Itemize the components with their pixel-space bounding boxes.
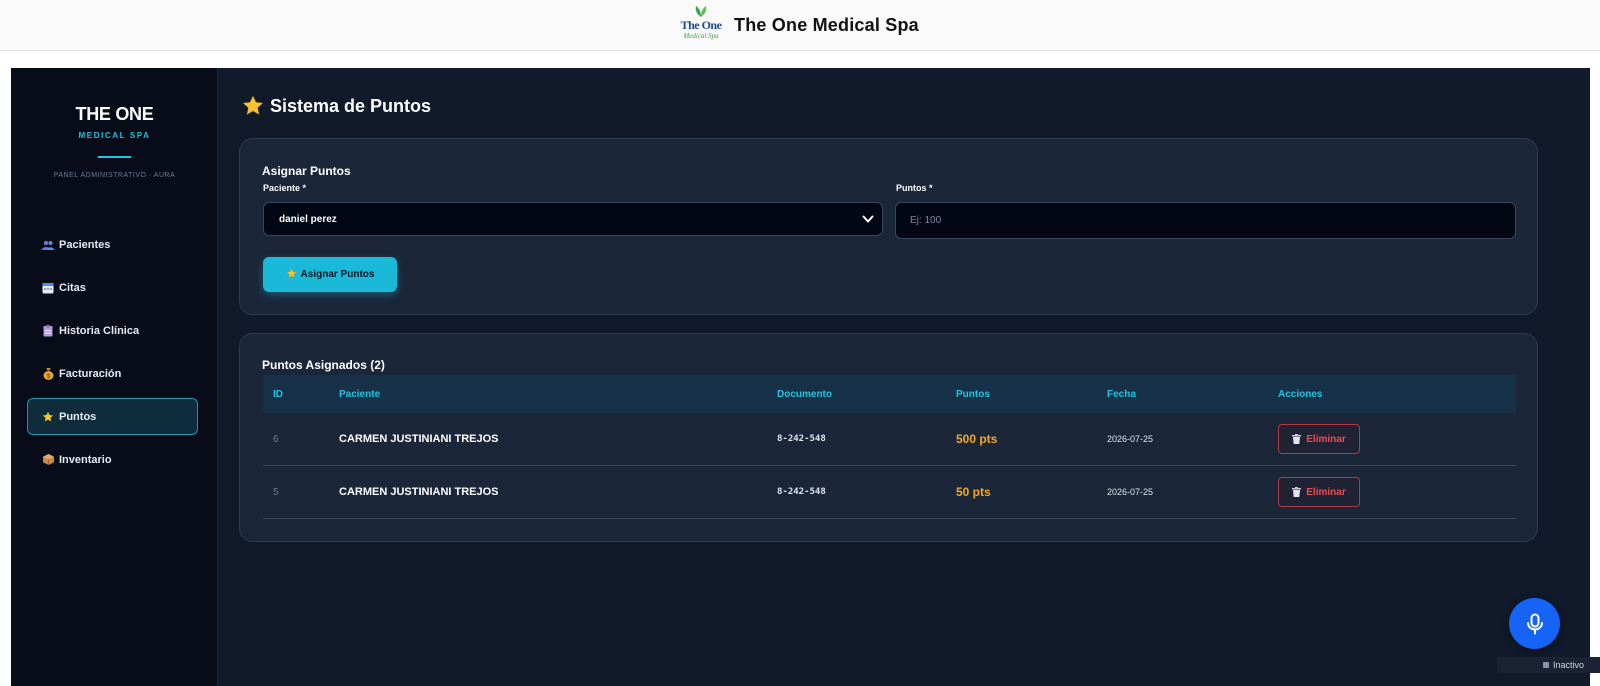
leaf-icon	[695, 6, 707, 17]
status-badge: Inactivo	[1497, 657, 1600, 673]
assign-points-button[interactable]: Asignar Puntos	[263, 257, 397, 292]
page-title: Sistema de Puntos	[242, 95, 431, 117]
users-icon	[42, 239, 54, 251]
sidebar-item-inventario[interactable]: Inventario	[27, 441, 198, 478]
points-input[interactable]	[895, 202, 1516, 239]
column-header-acciones: Acciones	[1278, 388, 1323, 400]
delete-button-label: Eliminar	[1306, 486, 1346, 498]
assign-points-title: Asignar Puntos	[262, 164, 351, 178]
star-icon	[242, 95, 264, 115]
sidebar-item-label: Facturación	[59, 367, 122, 380]
sidebar-title: THE ONE	[75, 104, 154, 124]
sidebar-item-label: Pacientes	[59, 238, 111, 251]
trash-icon	[1292, 487, 1302, 497]
sidebar-item-label: Puntos	[59, 410, 97, 423]
sidebar-subtitle: MEDICAL SPA	[78, 131, 151, 140]
delete-button-label: Eliminar	[1306, 433, 1346, 445]
sidebar-item-puntos[interactable]: Puntos	[27, 398, 198, 435]
star-icon	[42, 411, 54, 423]
points-label: Puntos *	[896, 183, 933, 193]
patient-label: Paciente *	[263, 183, 307, 193]
logo-text-main: The One	[680, 18, 722, 32]
sidebar-item-label: Citas	[59, 281, 86, 294]
points-table: ID Paciente Documento Puntos Fecha Accio…	[263, 375, 1516, 519]
cell-points: 500 pts	[956, 432, 998, 446]
status-label: Inactivo	[1552, 660, 1584, 670]
table-header: ID Paciente Documento Puntos Fecha Accio…	[263, 375, 1516, 413]
assigned-points-card: Puntos Asignados (2) ID Paciente Documen…	[239, 333, 1538, 542]
page-margin	[1590, 68, 1600, 686]
clipboard-icon	[42, 324, 54, 337]
status-icon	[1542, 662, 1549, 668]
page-title-text: Sistema de Puntos	[270, 95, 432, 116]
calendar-icon	[42, 282, 54, 294]
sidebar-nav: Pacientes Citas Historia Clínica $ Factu…	[27, 226, 198, 484]
star-icon	[285, 267, 297, 282]
cell-patient: CARMEN JUSTINIANI TREJOS	[339, 433, 499, 445]
cell-patient: CARMEN JUSTINIANI TREJOS	[339, 486, 499, 498]
assigned-points-title: Puntos Asignados (2)	[262, 358, 385, 372]
cell-id: 5	[273, 486, 279, 498]
sidebar-item-label: Historia Clínica	[59, 324, 140, 337]
logo-text-sub: Medical Spa	[683, 32, 719, 40]
table-row: 5 CARMEN JUSTINIANI TREJOS 8-242-548 50 …	[263, 466, 1516, 519]
cell-document: 8-242-548	[777, 487, 826, 497]
top-header: The One Medical Spa The One Medical Spa	[0, 0, 1600, 51]
column-header-puntos: Puntos	[956, 388, 990, 400]
cell-id: 6	[273, 433, 279, 445]
sidebar-item-facturacion[interactable]: $ Facturación	[27, 355, 198, 392]
cell-date: 2026-07-25	[1107, 487, 1154, 497]
sidebar: THE ONE MEDICAL SPA PANEL ADMINISTRATIVO…	[11, 68, 218, 686]
cell-date: 2026-07-25	[1107, 434, 1154, 444]
column-header-paciente: Paciente	[339, 388, 381, 400]
brand-logo: The One Medical Spa	[680, 5, 722, 45]
cell-points: 50 pts	[956, 485, 991, 499]
cell-actions: Eliminar	[1278, 477, 1516, 507]
column-header-fecha: Fecha	[1107, 388, 1136, 400]
cell-actions: Eliminar	[1278, 424, 1516, 454]
table-row: 6 CARMEN JUSTINIANI TREJOS 8-242-548 500…	[263, 413, 1516, 466]
patient-select-value: daniel perez	[279, 213, 337, 225]
assign-points-card: Asignar Puntos Paciente * Puntos * danie…	[239, 138, 1538, 315]
sidebar-panel-label: PANEL ADMINISTRATIVO · AURA	[53, 172, 176, 179]
chevron-down-icon	[862, 215, 874, 223]
delete-button[interactable]: Eliminar	[1278, 477, 1360, 507]
assign-points-button-label: Asignar Puntos	[300, 269, 375, 280]
brand: The One Medical Spa The One Medical Spa	[680, 5, 919, 45]
column-header-documento: Documento	[777, 388, 832, 400]
patient-select[interactable]: daniel perez	[263, 202, 883, 236]
delete-button[interactable]: Eliminar	[1278, 424, 1360, 454]
trash-icon	[1292, 434, 1302, 444]
microphone-icon	[1526, 613, 1543, 634]
sidebar-item-pacientes[interactable]: Pacientes	[27, 226, 198, 263]
column-header-id: ID	[273, 388, 283, 400]
app-panel: THE ONE MEDICAL SPA PANEL ADMINISTRATIVO…	[11, 68, 1600, 686]
sidebar-item-label: Inventario	[59, 453, 112, 466]
app-title: The One Medical Spa	[734, 14, 919, 35]
sidebar-item-historia-clinica[interactable]: Historia Clínica	[27, 312, 198, 349]
main-content: Sistema de Puntos Asignar Puntos Pacient…	[219, 68, 1600, 686]
cell-document: 8-242-548	[777, 434, 826, 444]
sidebar-divider	[98, 156, 131, 158]
box-icon	[42, 454, 54, 466]
sidebar-item-citas[interactable]: Citas	[27, 269, 198, 306]
money-bag-icon: $	[42, 367, 54, 380]
voice-assistant-button[interactable]	[1509, 598, 1560, 649]
